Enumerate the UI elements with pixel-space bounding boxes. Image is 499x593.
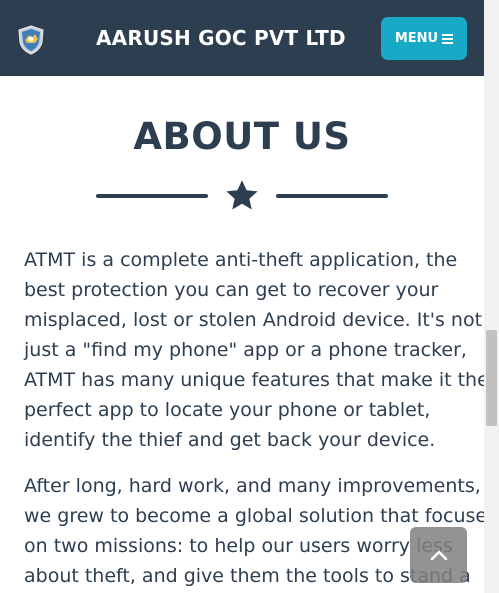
brand-title[interactable]: AARUSH GOC PVT LTD bbox=[96, 26, 346, 50]
bars-icon bbox=[442, 33, 454, 44]
divider-line-left bbox=[96, 194, 208, 198]
chevron-up-icon bbox=[430, 550, 447, 561]
paragraph-line: we grew to become a global solution that… bbox=[24, 505, 498, 527]
paragraph-line: just a "find my phone" app or a phone tr… bbox=[24, 339, 467, 361]
paragraph-line: misplaced, lost or stolen Android device… bbox=[24, 309, 483, 331]
paragraph-line: perfect app to locate your phone or tabl… bbox=[24, 399, 431, 421]
paragraph-line: ATMT has many unique features that make … bbox=[24, 369, 489, 391]
shield-logo-icon[interactable] bbox=[17, 25, 45, 55]
star-icon bbox=[226, 180, 258, 210]
section-title: ABOUT US bbox=[133, 115, 351, 158]
paragraph-line: After long, hard work, and many improvem… bbox=[24, 475, 481, 497]
navbar: AARUSH GOC PVT LTD MENU bbox=[0, 0, 484, 76]
menu-label: MENU bbox=[394, 31, 439, 46]
paragraph-line: about theft, and give them the tools to … bbox=[24, 565, 471, 587]
about-paragraph-1: ATMT is a complete anti-theft applicatio… bbox=[24, 245, 489, 455]
scroll-to-top-button[interactable] bbox=[410, 527, 467, 583]
page: AARUSH GOC PVT LTD MENU ABOUT US ATMT is… bbox=[0, 0, 499, 593]
about-paragraph-2: After long, hard work, and many improvem… bbox=[24, 471, 498, 591]
paragraph-line: identify the thief and get back your dev… bbox=[24, 429, 436, 451]
divider-line-right bbox=[276, 194, 388, 198]
paragraph-line: best protection you can get to recover y… bbox=[24, 279, 439, 301]
menu-button[interactable]: MENU bbox=[381, 17, 467, 60]
scrollbar-track[interactable] bbox=[484, 0, 499, 593]
paragraph-line: ATMT is a complete anti-theft applicatio… bbox=[24, 249, 458, 271]
scrollbar-thumb[interactable] bbox=[486, 330, 497, 426]
paragraph-line: on two missions: to help our users worry… bbox=[24, 535, 453, 557]
